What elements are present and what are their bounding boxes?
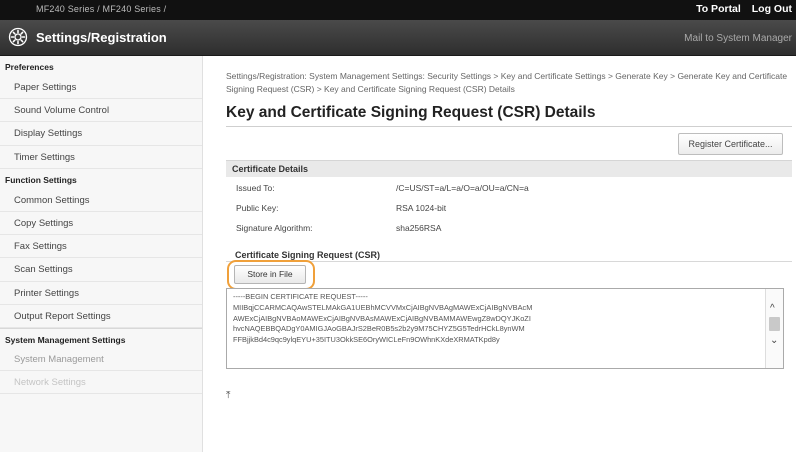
page-title: Key and Certificate Signing Request (CSR…	[226, 104, 596, 121]
page-header: Settings/Registration Mail to System Man…	[0, 20, 796, 56]
sidebar-item-timer-settings[interactable]: Timer Settings	[0, 146, 202, 169]
csr-textarea[interactable]: -----BEGIN CERTIFICATE REQUEST----- MIIB…	[226, 288, 784, 369]
csr-scrollbar[interactable]: ^ ⌄	[765, 289, 783, 368]
sidebar-item-display-settings[interactable]: Display Settings	[0, 122, 202, 146]
device-name: MF240 Series / MF240 Series /	[36, 4, 167, 14]
detail-value: RSA 1024-bit	[396, 203, 447, 213]
app-title: Settings/Registration	[36, 30, 167, 45]
sidebar-item-network-settings[interactable]: Network Settings	[0, 371, 202, 395]
sidebar-item-common-settings[interactable]: Common Settings	[0, 189, 202, 212]
settings-gear-icon	[8, 27, 28, 47]
breadcrumb: Settings/Registration: System Management…	[226, 71, 788, 94]
sidebar-item-sound-volume-control[interactable]: Sound Volume Control	[0, 99, 202, 123]
register-certificate-button[interactable]: Register Certificate...	[678, 133, 783, 155]
csr-line: MIIBqjCCARMCAQAwSTELMAkGA1UEBhMCVVMxCjAI…	[233, 302, 533, 312]
chevron-down-icon[interactable]: ⌄	[770, 335, 778, 346]
sidebar-item-output-report-settings[interactable]: Output Report Settings	[0, 305, 202, 328]
top-bar: MF240 Series / MF240 Series / To Portal …	[0, 0, 796, 20]
sidebar-heading-preferences: Preferences	[5, 62, 54, 72]
csr-line: hvcNAQEBBQADgY0AMIGJAoGBAJrS2BeR0B5s2b2y…	[233, 324, 525, 334]
csr-line: FFBjjkBd4c9qc9ylqEYU+35ITU3OkkSE6OryWICL…	[233, 335, 500, 345]
sidebar-heading-function-settings: Function Settings	[5, 174, 77, 185]
csr-line: -----BEGIN CERTIFICATE REQUEST-----	[233, 292, 368, 301]
sidebar-item-printer-settings[interactable]: Printer Settings	[0, 282, 202, 305]
title-divider	[226, 126, 792, 127]
certificate-details-heading: Certificate Details	[226, 160, 792, 177]
log-out-link[interactable]: Log Out	[752, 3, 792, 15]
to-portal-link[interactable]: To Portal	[696, 3, 741, 15]
scrollbar-thumb[interactable]	[769, 317, 780, 331]
main-content: Settings/Registration: System Management…	[204, 56, 796, 452]
back-to-top-icon[interactable]: ⤒	[226, 390, 230, 401]
sidebar-item-fax-settings[interactable]: Fax Settings	[0, 235, 202, 259]
sidebar-item-system-management[interactable]: System Management	[0, 348, 202, 372]
detail-value: sha256RSA	[396, 223, 442, 233]
sidebar-item-scan-settings[interactable]: Scan Settings	[0, 258, 202, 282]
csr-line: AWExCjAIBgNVBAoMAWExCjAIBgNVBAsMAWExCjAI…	[233, 313, 531, 323]
detail-value: /C=US/ST=a/L=a/O=a/OU=a/CN=a	[396, 183, 529, 193]
sidebar-heading-system-management: System Management Settings	[0, 327, 202, 348]
sidebar-item-copy-settings[interactable]: Copy Settings	[0, 212, 202, 236]
chevron-up-icon[interactable]: ^	[770, 303, 775, 314]
mail-to-system-manager-link[interactable]: Mail to System Manager	[684, 33, 792, 44]
csr-heading: Certificate Signing Request (CSR)	[235, 250, 381, 260]
sidebar-item-paper-settings[interactable]: Paper Settings	[0, 76, 202, 100]
store-in-file-button[interactable]: Store in File	[234, 265, 306, 284]
sidebar: Preferences Paper Settings Sound Volume …	[0, 56, 203, 452]
